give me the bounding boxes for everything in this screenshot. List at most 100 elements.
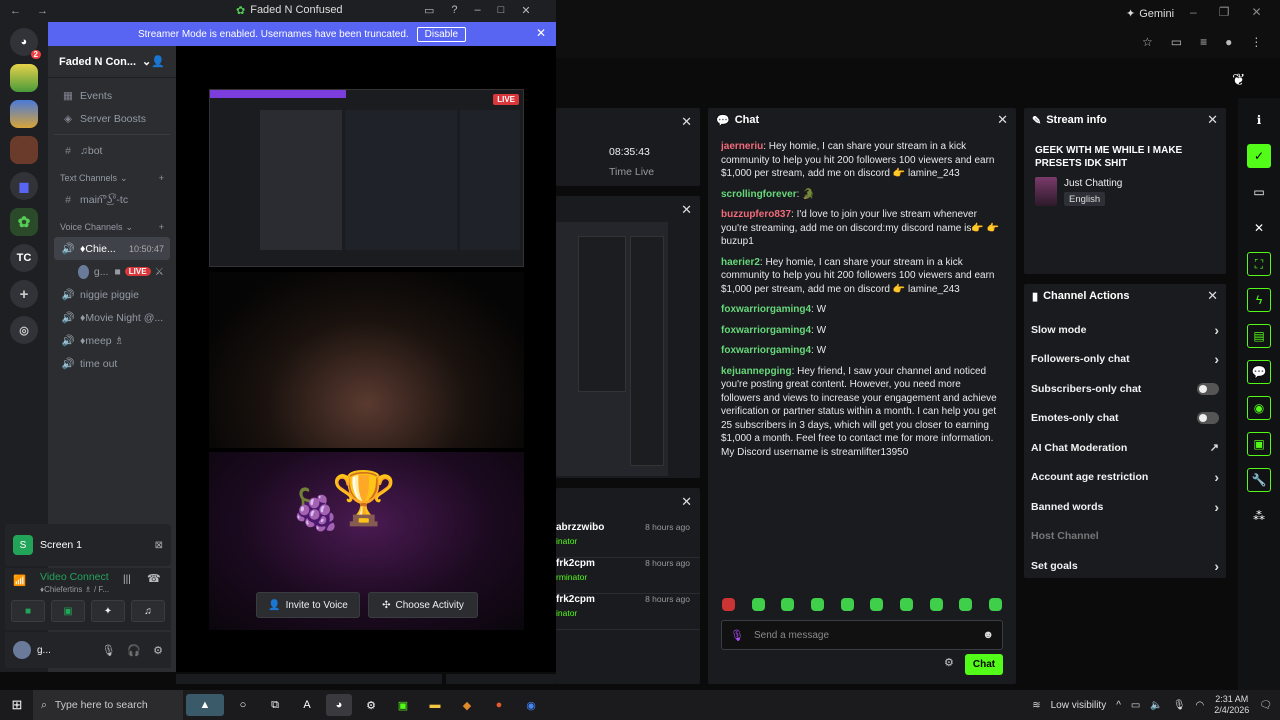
server-boosts-item[interactable]: ◈ Server Boosts (54, 107, 170, 130)
discord-home-icon[interactable]: ◕ 2 (10, 28, 41, 59)
channel-bot[interactable]: # ♫bot (54, 139, 170, 162)
discover-icon[interactable]: ◎ (10, 316, 38, 344)
file-explorer-icon[interactable]: ▬ (422, 694, 448, 716)
quick-emote-icon[interactable] (870, 598, 884, 611)
chrome-icon[interactable]: ◉ (518, 694, 544, 716)
help-icon[interactable]: ? (451, 4, 457, 17)
voice-channel[interactable]: 🔊 ♦Movie Night @... (54, 306, 170, 329)
chat-username[interactable]: jaerneriu (721, 141, 763, 152)
obs-icon[interactable]: ◆ (454, 694, 480, 716)
invite-to-voice-button[interactable]: 👤 Invite to Voice (256, 592, 360, 618)
voice-channel-active[interactable]: 🔊 ♦Chie... 10:50:47 (54, 237, 170, 260)
chat-username[interactable]: buzzupfero837 (721, 209, 791, 220)
send-chat-button[interactable]: Chat (965, 654, 1003, 675)
add-channel-icon[interactable]: + (159, 222, 164, 232)
channel-main-tc[interactable]: # main͡°͜ʖ͡°-tc (54, 188, 170, 211)
settings-gear-icon[interactable]: ⚙ (153, 644, 163, 657)
quick-emote-icon[interactable] (959, 598, 973, 611)
chat-username[interactable]: kejuannepging (721, 366, 792, 377)
restore-icon[interactable]: ❐ (1219, 5, 1230, 19)
disable-streamer-mode-button[interactable]: Disable (416, 26, 467, 42)
quick-emote-icon[interactable] (929, 598, 943, 611)
mic-icon[interactable]: 🎙 (730, 629, 744, 642)
voice-channel[interactable]: 🔊 niggie piggie (54, 283, 170, 306)
cortana-icon[interactable]: ○ (230, 694, 256, 716)
close-icon[interactable]: ✕ (681, 114, 692, 130)
app-icon[interactable]: A (294, 694, 320, 716)
cast-icon[interactable]: ▭ (1171, 35, 1182, 49)
maximize-icon[interactable]: □ (498, 4, 505, 17)
mic-tray-icon[interactable]: 🎙 (1173, 700, 1186, 711)
kick-taskbar-icon[interactable]: ▣ (390, 694, 416, 716)
chat-username[interactable]: scrollingforever (721, 189, 797, 200)
chat-username[interactable]: haerier2 (721, 257, 760, 268)
network-icon[interactable]: ▭ (1131, 700, 1140, 711)
check-icon[interactable]: ✓ (1247, 144, 1271, 168)
close-banner-icon[interactable]: ✕ (536, 26, 546, 40)
notifications-icon[interactable]: 🗨 (1259, 700, 1272, 711)
close-icon[interactable]: ✕ (1207, 288, 1218, 304)
chat-username[interactable]: foxwarriorgaming4 (721, 304, 811, 315)
server-icon[interactable] (10, 136, 38, 164)
chat-username[interactable]: foxwarriorgaming4 (721, 345, 811, 356)
chat-input[interactable]: 🎙 Send a message ☻ (721, 620, 1003, 650)
quick-emote-icon[interactable] (781, 598, 795, 611)
channel-action-row[interactable]: Host Channel (1025, 522, 1225, 552)
volume-icon[interactable]: 🔈 (1150, 700, 1162, 711)
channel-action-row[interactable]: Followers-only chat › (1025, 345, 1225, 375)
taskbar-search[interactable]: ⌕ Type here to search (33, 690, 183, 720)
server-icon[interactable] (10, 64, 38, 92)
disconnect-icon[interactable]: ☎ (147, 572, 161, 585)
search-highlight-icon[interactable]: ▲ (186, 694, 224, 716)
close-icon[interactable]: ✕ (681, 202, 692, 218)
stop-sharing-icon[interactable]: ⊠ (155, 540, 163, 551)
task-view-icon[interactable]: ⧉ (262, 694, 288, 716)
fullscreen-icon[interactable]: ⛶ (1247, 252, 1271, 276)
firefox-icon[interactable]: ● (486, 694, 512, 716)
text-channels-category[interactable]: Text Channels ⌄ + (54, 168, 170, 188)
server-icon[interactable] (10, 100, 38, 128)
more-apps-icon[interactable]: ⁂ (1247, 504, 1271, 528)
tray-chevron-icon[interactable]: ^ (1116, 700, 1121, 711)
server-tc[interactable]: TC (10, 244, 38, 272)
noise-icon[interactable]: ||| (123, 574, 131, 585)
voice-channels-category[interactable]: Voice Channels ⌄ + (54, 217, 170, 237)
quick-emote-icon[interactable] (722, 598, 735, 611)
tab-search-icon[interactable]: ≡ (1200, 35, 1207, 49)
share-screen-button[interactable]: ▣ (51, 600, 85, 622)
notes-icon[interactable]: ▤ (1247, 324, 1271, 348)
inbox-icon[interactable]: ▭ (424, 4, 434, 17)
add-channel-icon[interactable]: + (159, 173, 164, 183)
close-icon[interactable]: ✕ (1251, 5, 1261, 19)
channel-action-row[interactable]: Banned words › (1025, 492, 1225, 522)
layout-icon[interactable]: ▭ (1247, 180, 1271, 204)
close-icon[interactable]: ✕ (681, 494, 692, 510)
channel-action-row[interactable]: Account age restriction › (1025, 463, 1225, 493)
stream-tile-screen[interactable]: LIVE (209, 89, 524, 267)
flash-icon[interactable]: ϟ (1247, 288, 1271, 312)
close-icon[interactable]: ✕ (521, 4, 530, 17)
channel-action-row[interactable]: Set goals › (1025, 551, 1225, 581)
voice-user[interactable]: g... ■ LIVE ⚔ (54, 260, 170, 283)
server-header[interactable]: Faded N Con... ⌄ 👤 (48, 46, 176, 78)
chat-settings-icon[interactable]: ⚙ (944, 656, 954, 669)
channel-action-row[interactable]: Emotes-only chat (1025, 404, 1225, 434)
mute-mic-icon[interactable]: 🎙 (101, 644, 115, 657)
bookmark-star-icon[interactable]: ☆ (1142, 35, 1153, 49)
menu-icon[interactable]: ⋮ (1250, 35, 1262, 49)
quick-emote-icon[interactable] (899, 598, 913, 611)
server-icon-faded[interactable]: ✿ (10, 208, 38, 236)
windows-start-icon[interactable]: ⊞ (4, 694, 30, 716)
close-icon[interactable]: ✕ (997, 112, 1008, 128)
voice-channel[interactable]: 🔊 time out (54, 352, 170, 375)
folder-icon[interactable]: ▆ (10, 172, 38, 200)
chat-bubble-icon[interactable]: 💬 (1247, 360, 1271, 384)
minimize-icon[interactable]: – (1190, 5, 1197, 19)
events-item[interactable]: ▦ Events (54, 84, 170, 107)
quick-emote-icon[interactable] (751, 598, 765, 611)
activities-button[interactable]: ✦ (91, 600, 125, 622)
chat-username[interactable]: foxwarriorgaming4 (721, 325, 811, 336)
settings-taskbar-icon[interactable]: ⚙ (358, 694, 384, 716)
camera-button[interactable]: ■ (11, 600, 45, 622)
quick-emote-icon[interactable] (988, 598, 1002, 611)
